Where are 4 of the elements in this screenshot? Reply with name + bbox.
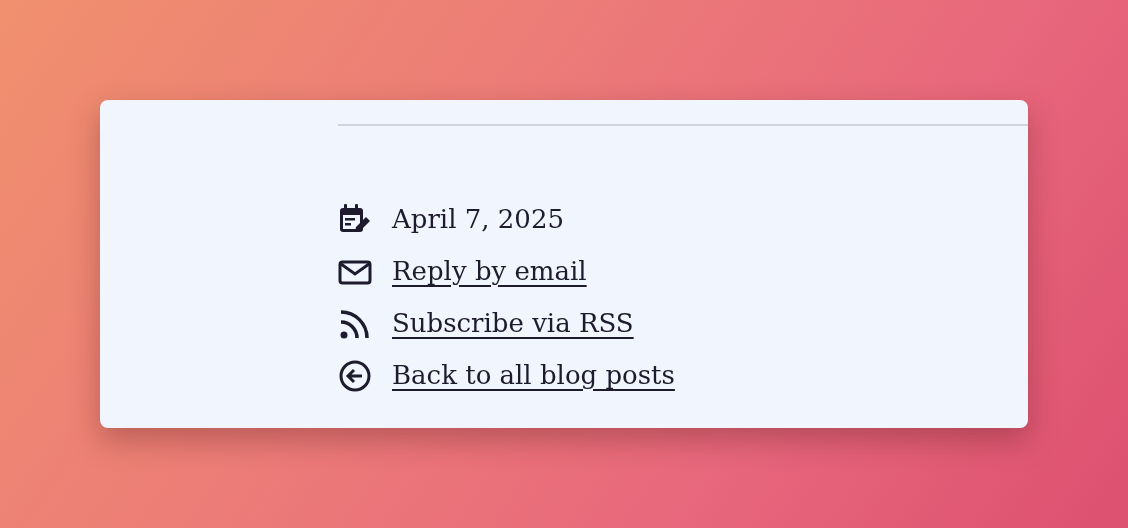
link[interactable]: Reply by email [392,254,587,289]
link[interactable]: Back to all blog posts [392,358,675,393]
link[interactable]: Subscribe via RSS [392,306,634,341]
post-date: April 7, 2025 [392,203,564,236]
